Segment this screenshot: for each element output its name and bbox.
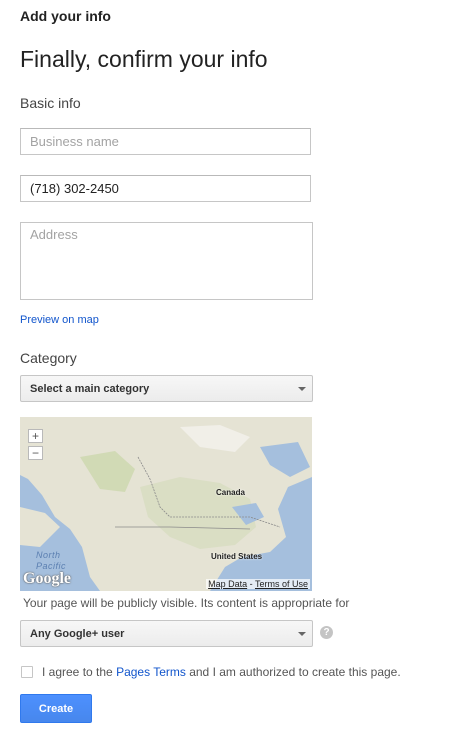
- map-footer: Map Data - Terms of Use: [206, 579, 310, 589]
- map-label-us: United States: [211, 552, 263, 561]
- google-logo: Google: [23, 570, 71, 587]
- map-label-canada: Canada: [216, 488, 245, 497]
- category-select-value: Select a main category: [30, 382, 150, 395]
- map-footer-separator: -: [247, 579, 255, 589]
- page-title: Finally, confirm your info: [20, 46, 268, 72]
- map-label-ocean-1: North: [36, 550, 61, 560]
- address-input[interactable]: [20, 222, 313, 300]
- zoom-out-button[interactable]: −: [28, 446, 43, 460]
- terms-of-use-link[interactable]: Terms of Use: [255, 579, 308, 589]
- basic-info-label: Basic info: [20, 95, 81, 111]
- zoom-in-button[interactable]: +: [28, 429, 43, 443]
- category-select[interactable]: Select a main category: [20, 375, 313, 402]
- map-preview[interactable]: + − Canada United States North Pacific G…: [20, 417, 312, 591]
- agree-prefix: I agree to the: [42, 665, 117, 679]
- category-label: Category: [20, 350, 77, 366]
- business-name-input[interactable]: [20, 128, 311, 155]
- phone-input[interactable]: [20, 175, 311, 202]
- agree-checkbox[interactable]: [21, 666, 33, 678]
- preview-on-map-link[interactable]: Preview on map: [20, 314, 99, 326]
- chevron-down-icon: [298, 387, 306, 391]
- agree-suffix: and I am authorized to create this page.: [185, 665, 401, 679]
- agree-text: I agree to the Pages Terms and I am auth…: [42, 665, 401, 679]
- page-header-title: Add your info: [20, 8, 111, 24]
- pages-terms-link[interactable]: Pages Terms: [116, 665, 186, 679]
- map-data-link[interactable]: Map Data: [208, 579, 247, 589]
- audience-select[interactable]: Any Google+ user: [20, 620, 313, 647]
- audience-select-value: Any Google+ user: [30, 627, 125, 640]
- chevron-down-icon: [298, 632, 306, 636]
- help-icon[interactable]: ?: [320, 626, 333, 639]
- visibility-text: Your page will be publicly visible. Its …: [23, 596, 350, 610]
- create-button[interactable]: Create: [20, 694, 92, 723]
